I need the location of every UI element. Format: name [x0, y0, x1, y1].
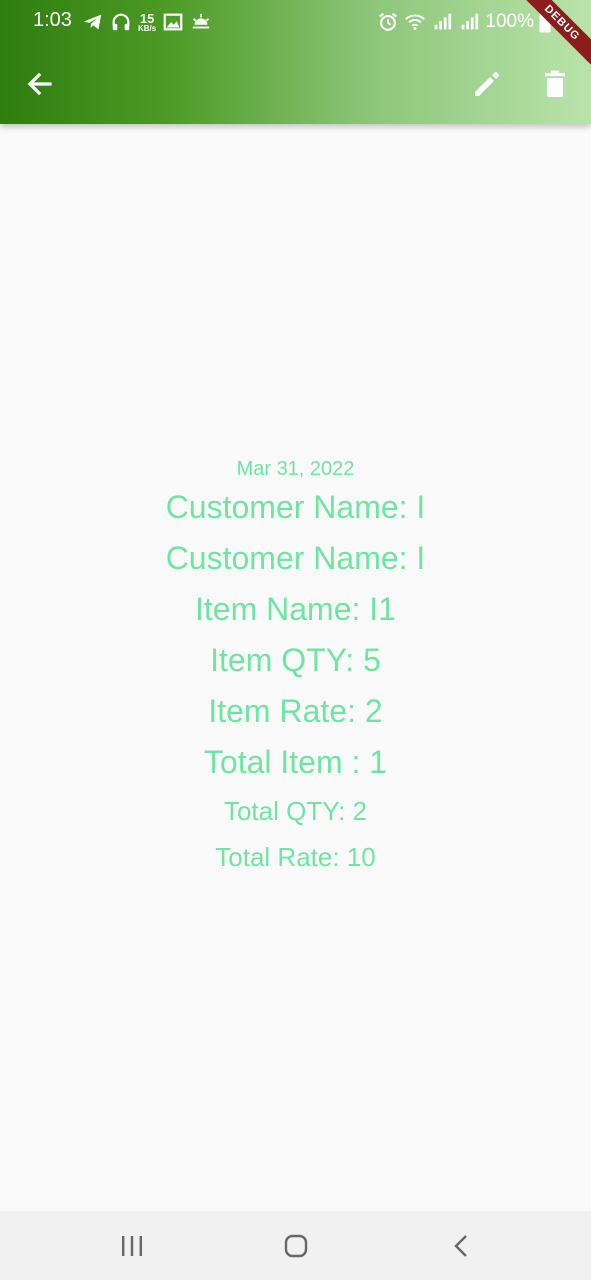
detail-content: Mar 31, 2022 Customer Name: I Customer N…	[0, 124, 591, 1211]
app-bar	[0, 44, 591, 124]
item-name-line: Item Name: I1	[195, 590, 396, 627]
recents-button[interactable]	[118, 1233, 146, 1259]
edit-button[interactable]	[469, 66, 505, 102]
net-speed-value: 15	[139, 10, 155, 26]
item-rate-line: Item Rate: 2	[208, 692, 383, 729]
system-nav-bar	[0, 1211, 591, 1280]
back-button[interactable]	[22, 66, 58, 102]
alarm-icon	[377, 11, 399, 33]
net-speed-indicator: 15 KB/s	[138, 12, 156, 33]
wifi-icon	[404, 11, 426, 33]
status-icons-right: 100%	[377, 9, 551, 35]
home-icon	[284, 1234, 308, 1258]
total-item-line: Total Item : 1	[203, 743, 388, 780]
screen: 1:03 15 KB/s 100% DEBUG Mar 31, 2022 Cus…	[0, 0, 591, 1280]
net-speed-unit: KB/s	[138, 23, 157, 33]
telegram-icon	[82, 11, 104, 33]
home-button[interactable]	[282, 1233, 310, 1259]
delete-button[interactable]	[537, 66, 573, 102]
weather-icon	[190, 11, 212, 33]
battery-percentage: 100%	[485, 11, 534, 32]
arrow-back-icon	[27, 72, 52, 96]
status-icons-left: 15 KB/s	[82, 10, 212, 34]
signal-icon-2	[458, 11, 480, 33]
signal-icon-1	[431, 11, 453, 33]
total-qty-line: Total QTY: 2	[223, 795, 368, 826]
delete-trash-icon	[545, 70, 565, 97]
total-rate-line: Total Rate: 10	[215, 841, 376, 872]
nav-back-button[interactable]	[448, 1233, 476, 1259]
headphones-icon	[110, 11, 132, 33]
top-bar: 1:03 15 KB/s 100%	[0, 0, 591, 124]
record-date: Mar 31, 2022	[236, 457, 355, 480]
back-chevron-icon	[454, 1235, 467, 1257]
edit-pencil-icon	[475, 72, 499, 96]
recents-icon	[122, 1236, 142, 1256]
status-time: 1:03	[33, 9, 72, 31]
gallery-icon	[162, 11, 184, 33]
item-qty-line: Item QTY: 5	[210, 641, 381, 678]
customer-name-line: Customer Name: I	[165, 488, 426, 525]
status-bar: 1:03 15 KB/s 100%	[0, 0, 591, 44]
customer-name-line-duplicate: Customer Name: I	[165, 539, 426, 576]
